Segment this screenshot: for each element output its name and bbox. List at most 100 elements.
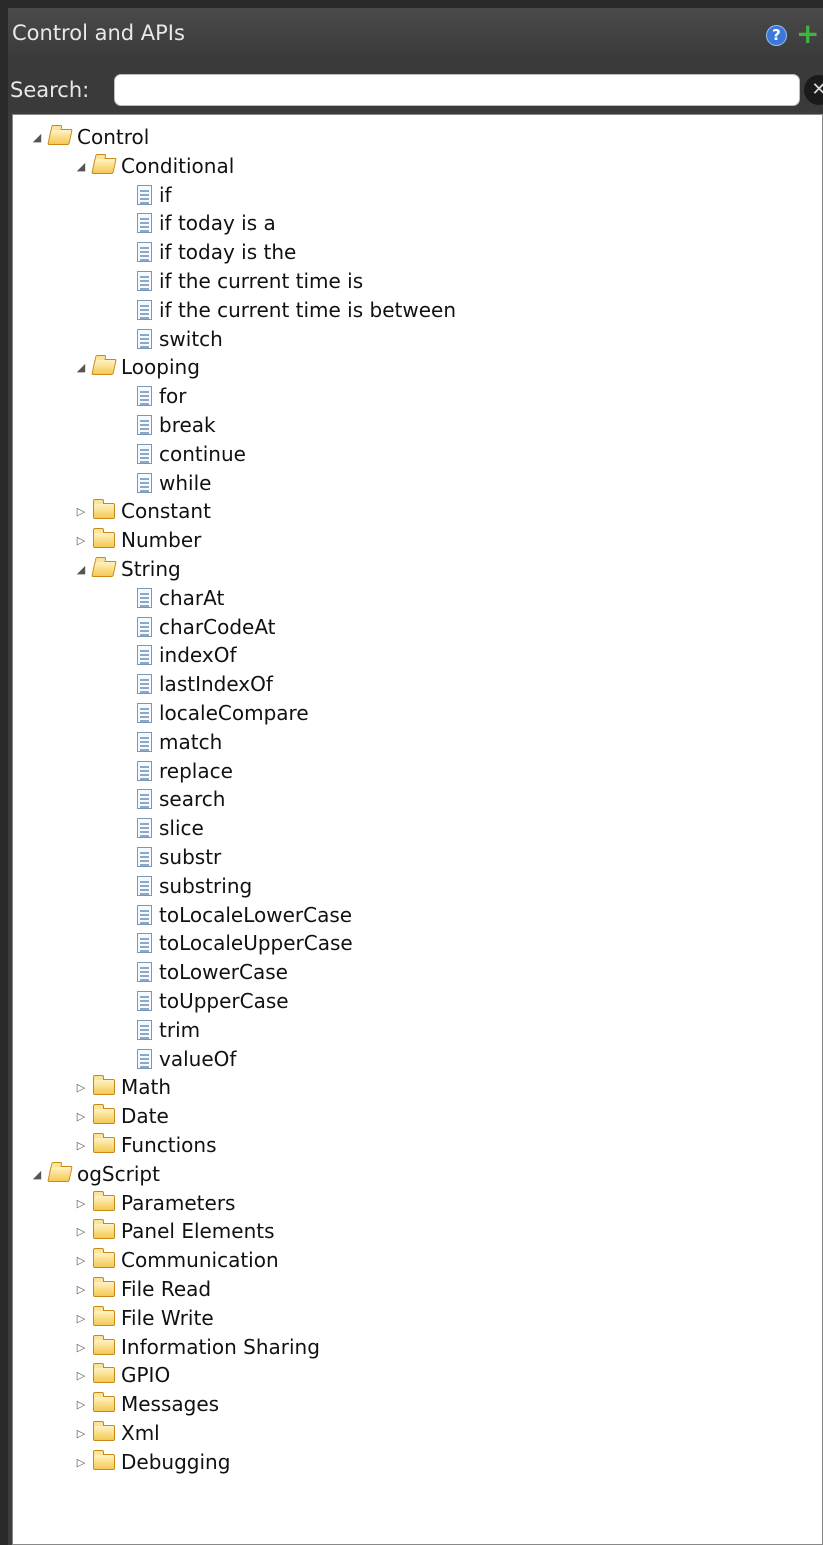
folder-icon [92,1248,115,1269]
api-tree: ◢ Control ◢ Conditional if if today is a if to… [12,114,823,1545]
collapsed-arrow-icon[interactable]: ▷ [73,497,89,526]
collapsed-arrow-icon[interactable]: ▷ [73,1275,89,1304]
document-icon [137,818,152,839]
tree-item-label: if the current time is between [159,297,457,322]
folder-icon [92,1421,115,1441]
folder-icon [92,1277,115,1297]
document-icon [137,991,152,1011]
document-icon [137,242,152,263]
tree-item-label: lastIndexOf [159,672,273,697]
tree-item-label: while [159,470,212,495]
clear-search-icon[interactable]: ✕ [804,75,823,105]
document-icon [137,1019,152,1040]
folder-icon [92,1075,115,1096]
collapsed-arrow-icon[interactable]: ▷ [73,1073,89,1102]
tree-item-label: GPIO [121,1363,171,1388]
document-icon [137,904,152,925]
document-icon [137,875,152,896]
tree-item-label: charAt [159,585,225,610]
collapsed-arrow-icon[interactable]: ▷ [73,1419,89,1448]
collapsed-arrow-icon[interactable]: ▷ [73,1390,89,1419]
tree-item-label: substr [159,845,222,869]
tree-item-label: trim [159,1017,201,1042]
panel-titlebar: Control and APIs ? + [8,8,823,60]
expanded-arrow-icon[interactable]: ◢ [73,152,89,181]
collapsed-arrow-icon[interactable]: ▷ [73,1448,89,1477]
document-icon [137,962,152,983]
tree-item-label: Information Sharing [121,1334,320,1359]
tree-item-label: Functions [121,1133,217,1157]
document-icon [137,184,152,205]
tree-item-label: continue [159,441,246,466]
tree-item-label: if the current time is [159,269,364,293]
tree-item-label: Xml [121,1421,160,1445]
help-icon[interactable]: ? [766,25,787,46]
tree-item-label: Constant [121,499,211,524]
tree-item-label: break [159,413,216,437]
folder-icon [92,1104,115,1125]
tree-item-label: Control [77,125,150,149]
control-apis-panel: Control and APIs ? + Search: ✕ ◢ Control ◢… [8,8,823,1545]
document-icon [137,847,152,867]
expanded-arrow-icon[interactable]: ◢ [29,1160,45,1189]
document-icon [137,645,152,666]
expanded-arrow-icon[interactable]: ◢ [29,123,45,152]
collapsed-arrow-icon[interactable]: ▷ [73,1304,89,1333]
folder-icon [92,1363,115,1384]
open-folder-icon [91,561,117,577]
tree-item-label: toLowerCase [159,960,288,985]
search-label: Search: [10,78,90,102]
tree-item-label: Parameters [121,1190,236,1215]
document-icon [137,328,152,349]
open-folder-icon [47,129,73,145]
tree-item-label: match [159,729,223,754]
document-icon [137,616,152,637]
collapsed-arrow-icon[interactable]: ▷ [73,1131,89,1160]
folder-icon [92,499,115,520]
collapsed-arrow-icon[interactable]: ▷ [73,1189,89,1218]
search-bar: Search: ✕ [8,60,823,112]
document-icon [137,443,152,464]
collapsed-arrow-icon[interactable]: ▷ [73,1217,89,1246]
document-icon [137,472,152,493]
collapsed-arrow-icon[interactable]: ▷ [73,1102,89,1131]
tree-item-label: if today is a [159,211,276,236]
tree-item-label: toLocaleUpperCase [159,931,353,956]
document-icon [137,213,152,234]
tree-item-label: for [159,384,187,409]
open-folder-icon [47,1165,73,1182]
folder-icon [92,1392,115,1413]
collapsed-arrow-icon[interactable]: ▷ [73,1246,89,1275]
tree-item-label: switch [159,326,223,351]
tree-item-label: slice [159,816,204,841]
folder-icon [92,1133,115,1153]
document-icon [137,1048,152,1069]
folder-icon [92,1219,115,1240]
folder-icon [92,528,115,549]
tree-item-label: File Read [121,1277,212,1301]
document-icon [137,415,152,435]
tree-item-label: toLocaleLowerCase [159,902,353,927]
collapsed-arrow-icon[interactable]: ▷ [73,1333,89,1362]
document-icon [137,271,152,291]
open-folder-icon [91,359,117,376]
tree-item-label: String [121,557,181,581]
folder-icon [92,1190,115,1211]
tree-item-label: replace [159,758,233,783]
tree-item-label: indexOf [159,643,237,668]
tree-item-label: if today is the [159,240,297,265]
document-icon [137,703,152,723]
search-input[interactable] [114,74,800,106]
tree-item-label: Panel Elements [121,1219,275,1244]
expanded-arrow-icon[interactable]: ◢ [73,555,89,584]
document-icon [137,933,152,954]
expanded-arrow-icon[interactable]: ◢ [73,353,89,382]
document-icon [137,674,152,695]
collapsed-arrow-icon[interactable]: ▷ [73,1361,89,1390]
tree-item-label: charCodeAt [159,614,276,639]
add-icon[interactable]: + [796,20,819,48]
tree-item-label: Communication [121,1248,279,1273]
tree-item-label: File Write [121,1305,214,1330]
tree-item-label: substring [159,873,253,898]
collapsed-arrow-icon[interactable]: ▷ [73,526,89,555]
